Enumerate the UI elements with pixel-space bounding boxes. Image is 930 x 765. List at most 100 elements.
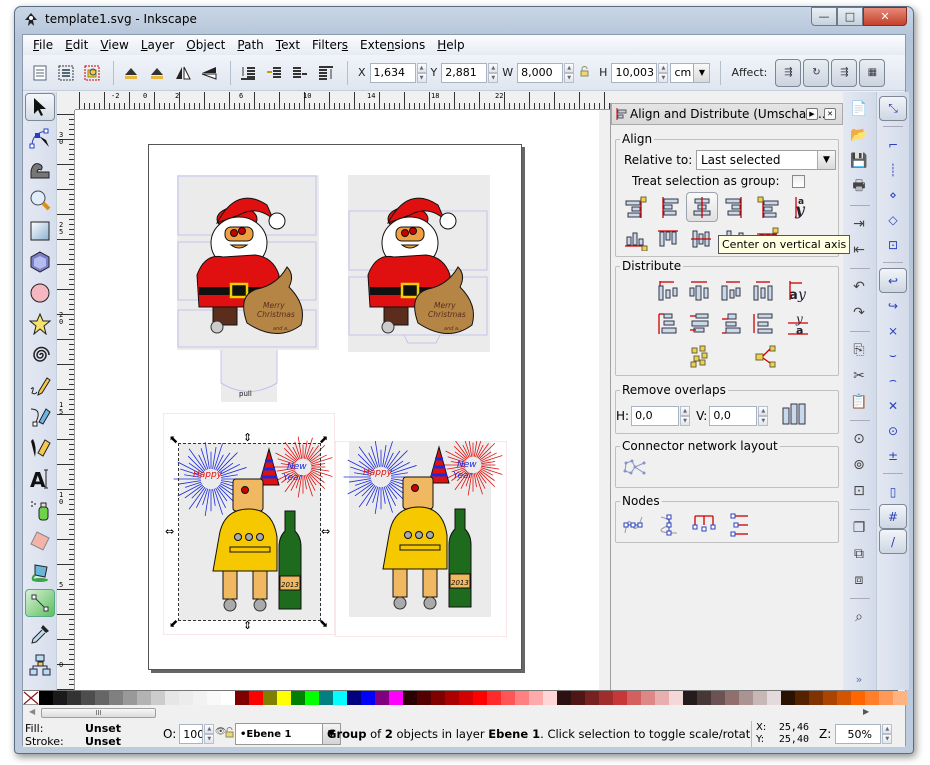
scale-handle-ne[interactable]: ⬈ [319,433,328,446]
distribute-right-edges-button[interactable] [716,275,748,305]
tool-tweak[interactable] [25,155,55,183]
spin-down-icon[interactable]: ▼ [488,72,499,83]
scroll-left-icon[interactable]: ◀ [29,707,35,716]
y-spinner[interactable]: ▲ ▼ [488,62,499,83]
minimize-button[interactable]: — [811,7,837,26]
tool-star[interactable] [25,310,55,338]
snap-grids-toggle[interactable]: # [879,504,907,529]
lower-button[interactable] [289,62,311,84]
color-swatch[interactable] [165,691,179,705]
vertical-ruler[interactable]: 30 25 20 15 10 5 0 [57,110,75,690]
paste-button[interactable]: 📋 [845,389,873,415]
snap-path-intersections-toggle[interactable]: ⨯ [879,318,907,343]
arrange-connector-network-button[interactable] [622,459,648,482]
zoom-drawing-button[interactable]: ⊚ [845,452,873,478]
affect-rounded-corners-toggle[interactable]: ↻ [803,58,830,87]
w-field[interactable]: ▲▼ [517,62,575,83]
color-swatch[interactable] [109,691,123,705]
affect-patterns-toggle[interactable]: ▦ [859,58,886,87]
flip-vertical-button[interactable] [198,62,220,84]
align-right-edges-button[interactable] [719,192,751,222]
snap-bbox-toggle[interactable]: ⌐ [879,132,907,157]
color-swatch[interactable] [333,691,347,705]
x-spinner[interactable]: ▲ ▼ [416,62,427,83]
scale-handle-n[interactable]: ⇕ [243,431,252,444]
spin-down-icon[interactable]: ▼ [882,734,893,744]
no-paint-swatch[interactable] [23,691,39,705]
h-spinner[interactable]: ▲ ▼ [658,62,669,83]
zoom-selection-button[interactable]: ⊙ [845,426,873,452]
color-swatch[interactable] [515,691,529,705]
current-layer-select[interactable]: •Ebene 1 ▼ [235,723,341,745]
color-swatch[interactable] [557,691,571,705]
scale-handle-sw[interactable]: ⬋ [169,617,178,630]
distribute-bottom-edges-button[interactable] [716,309,748,339]
tool-ellipse[interactable] [25,279,55,307]
color-swatch[interactable] [137,691,151,705]
color-swatch[interactable] [823,691,837,705]
color-swatch[interactable] [473,691,487,705]
select-all-layers-button[interactable] [55,62,77,84]
menu-text[interactable]: Text [270,38,306,52]
color-swatch[interactable] [445,691,459,705]
cut-button[interactable]: ✂ [845,363,873,389]
color-swatch[interactable] [263,691,277,705]
w-input[interactable] [517,62,564,83]
color-swatch[interactable] [347,691,361,705]
color-swatch[interactable] [753,691,767,705]
color-swatch[interactable] [627,691,641,705]
snap-smooth-nodes-toggle[interactable]: ⌢ [879,368,907,393]
menu-object[interactable]: Object [180,38,231,52]
color-swatch[interactable] [893,691,907,705]
color-swatch[interactable] [319,691,333,705]
color-swatch[interactable] [235,691,249,705]
tool-spiral[interactable] [25,341,55,369]
h-input[interactable] [611,62,658,83]
distribute-gaps-vertical-button[interactable] [748,309,780,339]
snap-rotation-center-toggle[interactable]: ± [879,443,907,468]
menu-edit[interactable]: Edit [59,38,94,52]
affect-stroke-width-toggle[interactable]: ⇶ [775,58,802,87]
zoom-field[interactable]: ▲▼ [835,724,893,744]
opacity-input[interactable] [179,724,204,744]
more-commands-button[interactable]: » [845,666,873,692]
distribute-gaps-horizontal-button[interactable] [748,275,780,305]
snap-bbox-edges-toggle[interactable]: ┊ [879,157,907,182]
rotate-ccw-button[interactable] [120,62,142,84]
color-swatch[interactable] [599,691,613,705]
unclump-button[interactable] [750,341,782,371]
y-input[interactable] [441,62,488,83]
zoom-input[interactable] [835,724,882,744]
x-field[interactable]: ▲▼ [369,62,427,83]
color-swatch[interactable] [375,691,389,705]
spin-up-icon[interactable]: ▲ [488,62,499,73]
x-input[interactable] [369,62,416,83]
zoom-page-button[interactable]: ⊡ [845,478,873,504]
color-swatch[interactable] [781,691,795,705]
color-swatch[interactable] [305,691,319,705]
snap-nodes-toggle[interactable]: ↩ [879,268,907,293]
unit-select[interactable]: cm ▼ [670,62,711,83]
title-bar[interactable]: template1.svg - Inkscape — □ ✕ [15,7,913,33]
color-swatch[interactable] [291,691,305,705]
color-swatch[interactable] [865,691,879,705]
color-swatch[interactable] [655,691,669,705]
deselect-button[interactable] [81,62,103,84]
color-swatch[interactable] [571,691,585,705]
raise-button[interactable] [263,62,285,84]
color-swatch[interactable] [417,691,431,705]
align-top-edge-to-bottom-anchor-button[interactable] [620,224,652,254]
scale-handle-w[interactable]: ⇔ [165,525,174,538]
center-on-vertical-axis-button[interactable] [686,192,718,222]
color-swatch[interactable] [585,691,599,705]
lock-proportions-button[interactable] [580,65,589,80]
clone-button[interactable]: ⧉ [845,541,873,567]
color-swatch[interactable] [767,691,781,705]
color-swatch[interactable] [361,691,375,705]
spin-down-icon[interactable]: ▼ [658,72,669,83]
dialog-menu-button[interactable]: ▶ [806,108,818,120]
spin-down-icon[interactable]: ▼ [416,72,427,83]
snap-bbox-corners-toggle[interactable]: ⋄ [879,182,907,207]
horizontal-ruler[interactable]: -2 0 2 6 10 14 18 22 [75,92,615,110]
scroll-right-icon[interactable]: ▶ [863,707,869,716]
